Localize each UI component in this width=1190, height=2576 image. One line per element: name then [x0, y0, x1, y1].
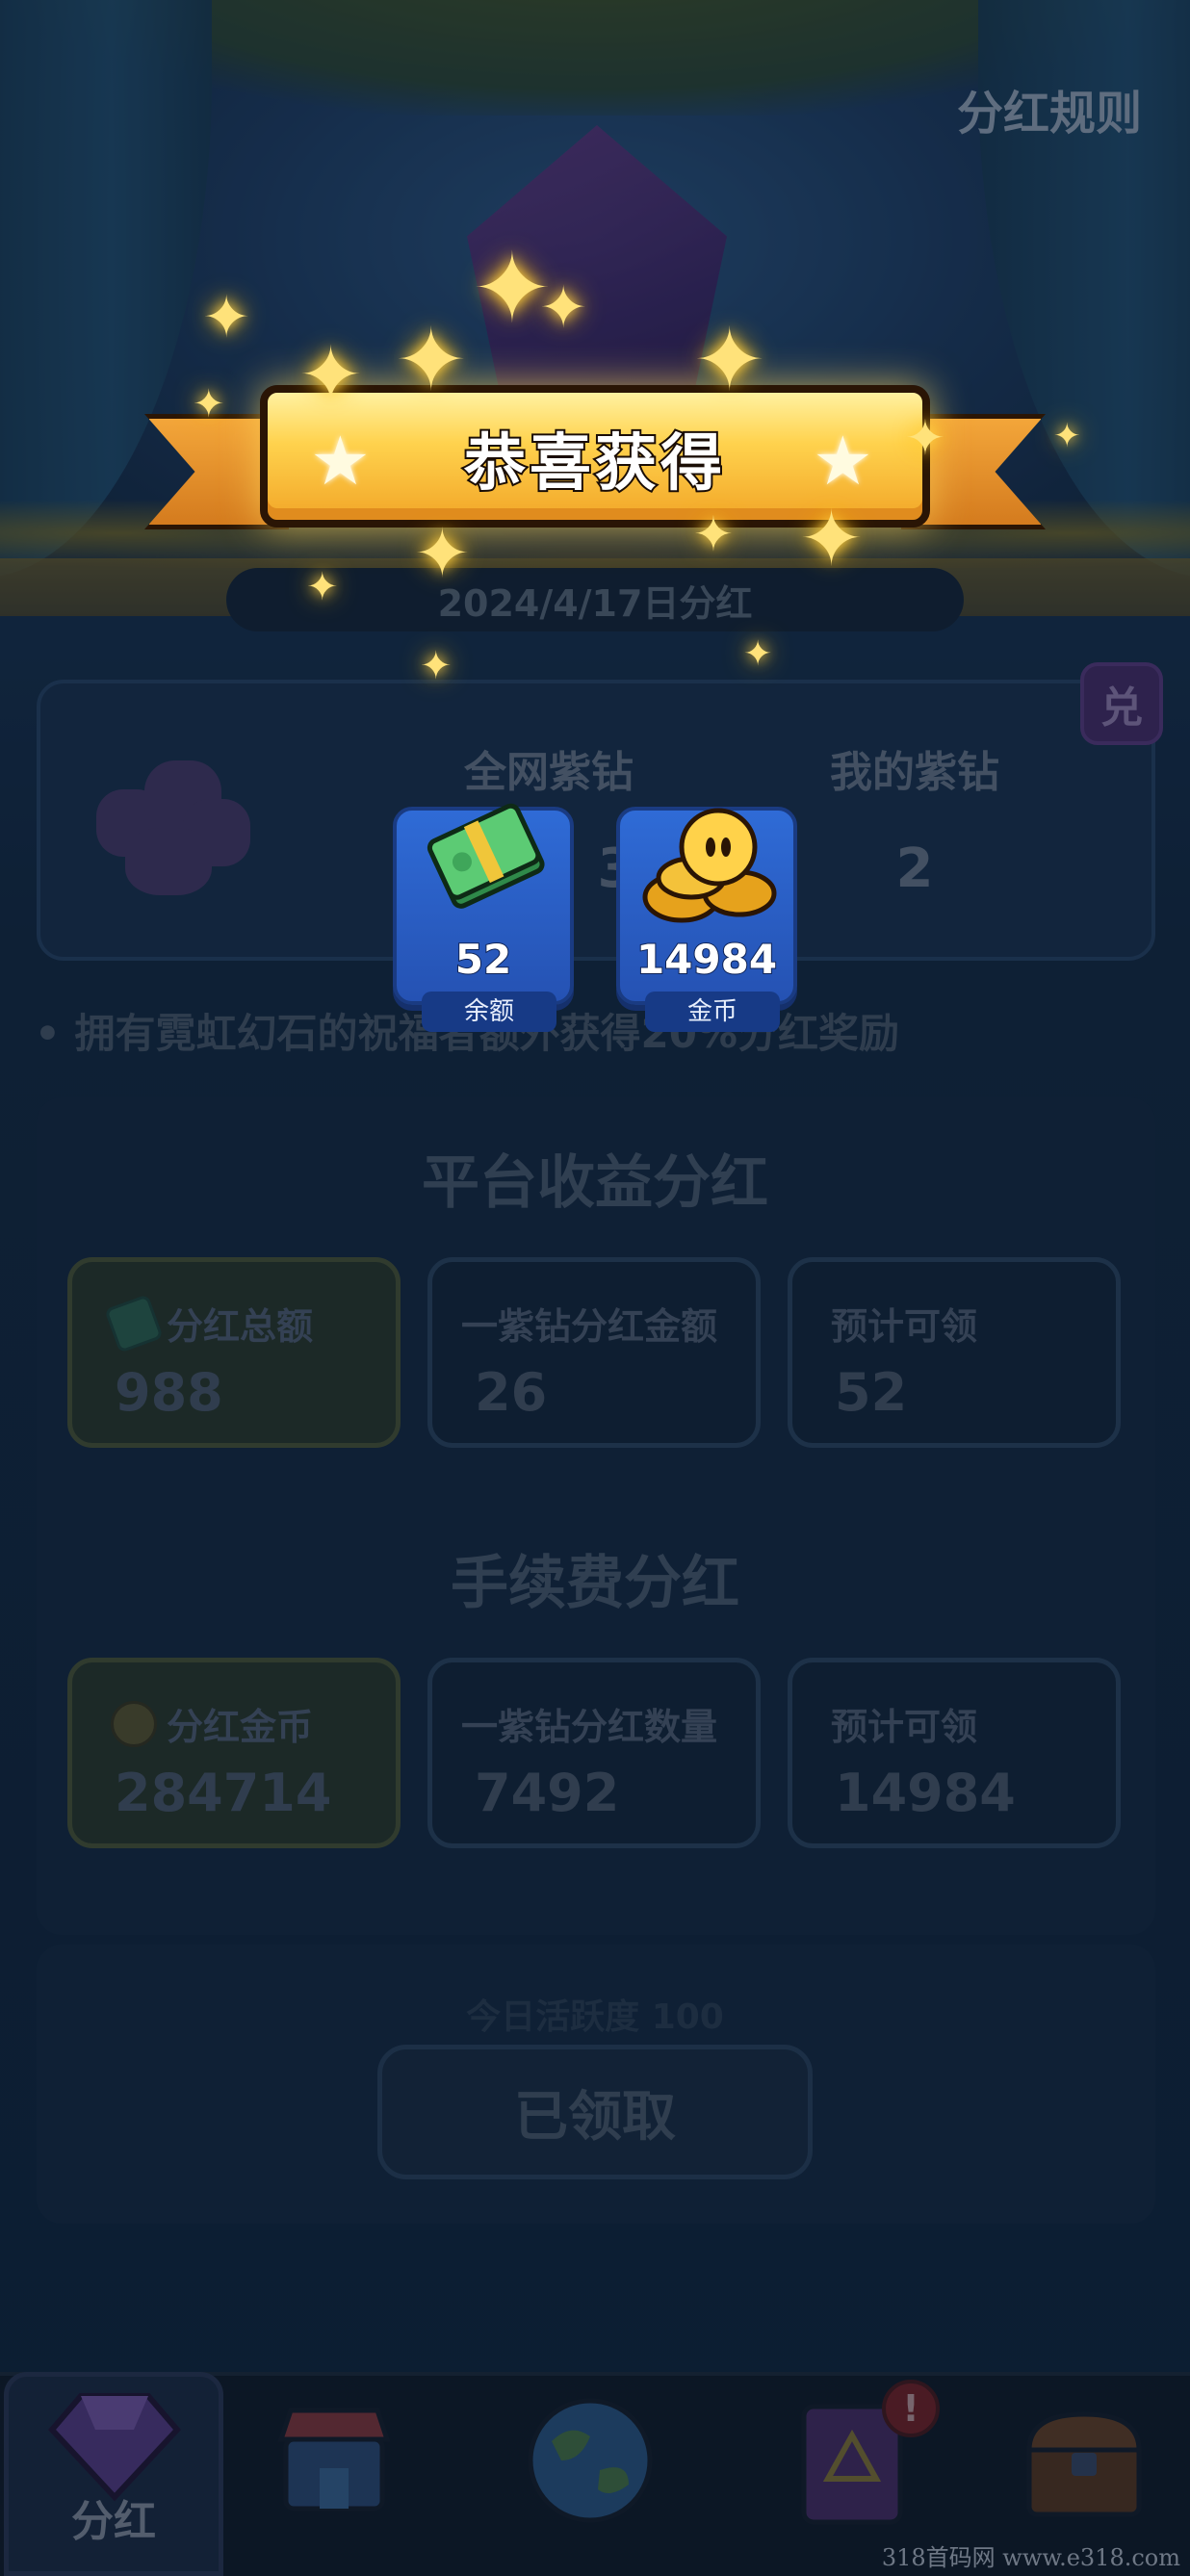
cash-stack-icon — [427, 803, 545, 909]
sparkle-icon: ✦ — [395, 310, 468, 411]
reward-balance-label: 余额 — [422, 992, 556, 1032]
sparkle-icon: ✦ — [298, 330, 364, 420]
sparkle-icon: ✦ — [693, 506, 734, 562]
reward-card-balance: 52 — [393, 803, 574, 1005]
congrats-title: 恭喜获得 — [462, 426, 726, 502]
sparkle-icon: ✦ — [905, 410, 945, 466]
reward-coins-value: 14984 — [635, 935, 778, 984]
sparkle-icon: ✦ — [743, 634, 773, 674]
sparkle-icon: ✦ — [420, 644, 453, 688]
sparkle-icon: ✦ — [693, 310, 766, 411]
sparkle-icon: ✦ — [193, 382, 225, 426]
sparkle-icon: ✦ — [539, 274, 588, 342]
reward-coins-label: 金币 — [645, 992, 780, 1032]
reward-balance-value: 52 — [454, 935, 512, 984]
sparkle-icon: ✦ — [414, 514, 471, 593]
gold-coins-icon — [642, 808, 777, 923]
sparkle-icon: ✦ — [306, 565, 339, 609]
sparkle-icon: ✦ — [1053, 417, 1081, 455]
sparkle-icon: ✦ — [202, 284, 251, 351]
reward-card-coins: 14984 — [616, 807, 797, 1005]
sparkle-icon: ✦ — [799, 494, 865, 583]
